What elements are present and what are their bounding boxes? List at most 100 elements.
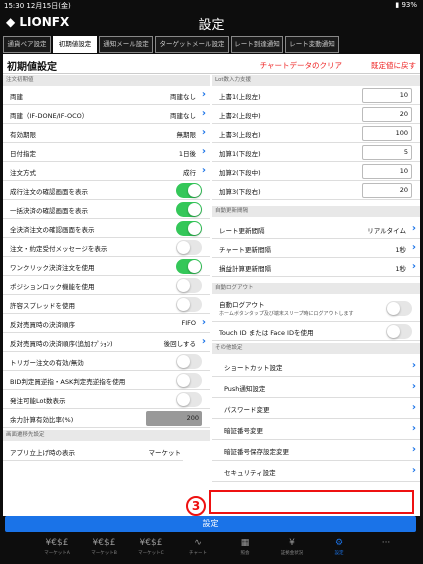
setting-label: アプリ立上げ時の表示 <box>10 449 75 457</box>
startup-screen-row[interactable]: アプリ立上げ時の表示 マーケット <box>3 442 183 461</box>
toggle-switch[interactable] <box>176 373 202 388</box>
chevron-right-icon: › <box>411 242 416 253</box>
update-interval-row[interactable]: チャート更新間隔 1秒 › <box>212 239 420 258</box>
tab-initial-values[interactable]: 初期値設定 <box>53 36 97 53</box>
reset-defaults-link[interactable]: 既定値に戻す <box>371 60 416 71</box>
order-setting-row[interactable]: 余力計算有効比率(%) 200 <box>3 409 210 428</box>
lot-input[interactable]: 100 <box>362 126 412 141</box>
order-setting-row[interactable]: 一括決済の確認画面を表示 <box>3 200 210 219</box>
panel-heading: 初期値設定 <box>7 62 57 73</box>
tab-notification-mail[interactable]: 通知メール設定 <box>99 36 153 53</box>
order-setting-row[interactable]: 全決済注文の確認画面を表示 <box>3 219 210 238</box>
chevron-right-icon: › <box>201 146 206 157</box>
section-lot-input: Lot数入力支援 <box>212 75 420 86</box>
order-setting-row[interactable]: 両建 両建なし › <box>3 86 210 105</box>
toggle-switch[interactable] <box>176 297 202 312</box>
tab-rate-change[interactable]: レート変動通知 <box>285 36 339 53</box>
other-setting-row[interactable]: セキュリティ設定 › <box>212 461 420 482</box>
setting-value: 1秒 <box>395 246 406 254</box>
order-setting-row[interactable]: 有効期限 無期限 › <box>3 124 210 143</box>
toggle-switch[interactable] <box>176 221 202 236</box>
settings-button[interactable]: 設定 <box>5 516 416 532</box>
nav-item[interactable]: ¥€$£ マーケットA <box>36 538 78 556</box>
tab-currency-pair[interactable]: 通貨ペア設定 <box>3 36 51 53</box>
nav-item[interactable]: ··· <box>365 538 407 550</box>
setting-label: 暗証番号変更 <box>224 427 263 435</box>
order-setting-row[interactable]: 成行注文の確認画面を表示 <box>3 181 210 200</box>
nav-item[interactable]: ▦ 照会 <box>224 538 266 556</box>
clear-chart-data-link[interactable]: チャートデータのクリア <box>260 60 342 71</box>
other-setting-row[interactable]: パスワード変更 › <box>212 398 420 419</box>
lot-setting-row: 加算3(下段右) 20 <box>212 181 420 200</box>
order-setting-row[interactable]: 反対売買時の決済順序(追加ｵﾌﾟｼｮﾝ) 後回しする › <box>3 333 210 352</box>
order-setting-row[interactable]: 日付指定 1日後 › <box>3 143 210 162</box>
nav-icon: ¥€$£ <box>92 538 116 548</box>
setting-value: マーケット <box>148 449 182 457</box>
order-setting-row[interactable]: 注文・約定受付メッセージを表示 <box>3 238 210 257</box>
chevron-right-icon: › <box>411 423 416 434</box>
order-setting-row[interactable]: 許容スプレッドを使用 <box>3 295 210 314</box>
section-order-defaults: 注文初期値 <box>3 75 210 86</box>
status-time: 15:30 12月15日(金) <box>4 2 71 10</box>
lot-input[interactable]: 10 <box>362 88 412 103</box>
setting-label: BID判定買逆指・ASK判定売逆指を使用 <box>10 378 126 386</box>
order-setting-row[interactable]: ポジションロック機能を使用 <box>3 276 210 295</box>
toggle-switch[interactable] <box>386 301 412 316</box>
nav-label: マーケットB <box>91 551 117 556</box>
setting-value: 成行 <box>183 169 196 177</box>
setting-label: ポジションロック機能を使用 <box>10 283 95 291</box>
chevron-right-icon: › <box>201 317 206 328</box>
chevron-right-icon: › <box>201 108 206 119</box>
lot-input[interactable]: 10 <box>362 164 412 179</box>
order-setting-row[interactable]: ワンクリック決済注文を使用 <box>3 257 210 276</box>
order-setting-row[interactable]: 注文方式 成行 › <box>3 162 210 181</box>
setting-label: 両建（IF-DONE/IF-OCO） <box>10 112 89 120</box>
setting-value: FIFO <box>181 319 196 327</box>
order-setting-row[interactable]: 両建（IF-DONE/IF-OCO） 両建なし › <box>3 105 210 124</box>
order-setting-row[interactable]: 反対売買時の決済順序 FIFO › <box>3 314 210 333</box>
lot-input[interactable]: 5 <box>362 145 412 160</box>
nav-label: マーケットA <box>44 551 70 556</box>
tab-target-mail[interactable]: ターゲットメール設定 <box>155 36 229 53</box>
order-setting-row[interactable]: 発注可能Lot数表示 <box>3 390 210 409</box>
other-setting-row[interactable]: 暗証番号変更 › <box>212 419 420 440</box>
setting-label: 有効期限 <box>10 131 36 139</box>
nav-item[interactable]: ¥ 証拠金状況 <box>271 538 313 556</box>
setting-label: 注文方式 <box>10 169 36 177</box>
nav-icon: ▦ <box>240 538 250 548</box>
toggle-switch[interactable] <box>176 259 202 274</box>
nav-item[interactable]: ¥€$£ マーケットB <box>83 538 125 556</box>
setting-label: 加算1(下段左) <box>219 150 261 158</box>
section-auto-update: 自動更新間隔 <box>212 206 420 217</box>
toggle-switch[interactable] <box>176 202 202 217</box>
toggle-switch[interactable] <box>176 354 202 369</box>
update-interval-row[interactable]: 損益計算更新間隔 1秒 › <box>212 258 420 277</box>
lot-input[interactable]: 20 <box>362 183 412 198</box>
other-setting-row[interactable]: 暗証番号保存設定変更 › <box>212 440 420 461</box>
toggle-switch[interactable] <box>176 278 202 293</box>
lot-setting-row: 加算1(下段左) 5 <box>212 143 420 162</box>
nav-item[interactable]: ∿ チャート <box>177 538 219 556</box>
page-title: 設定 <box>198 18 225 33</box>
other-setting-row[interactable]: Push通知設定 › <box>212 377 420 398</box>
chevron-right-icon: › <box>201 127 206 138</box>
top-bar: ◆ LIONFX 設定 <box>0 12 423 34</box>
setting-value: 無期限 <box>176 131 197 139</box>
nav-item[interactable]: ¥€$£ マーケットC <box>130 538 172 556</box>
margin-ratio-field[interactable]: 200 <box>146 411 202 426</box>
toggle-switch[interactable] <box>176 240 202 255</box>
order-setting-row[interactable]: トリガー注文の有効/無効 <box>3 352 210 371</box>
auto-logout-row: 自動ログアウト ホームボタンタップ及び端末スリープ時にログアウトします <box>212 296 420 322</box>
nav-icon: ∿ <box>194 538 202 548</box>
lot-input[interactable]: 20 <box>362 107 412 122</box>
toggle-switch[interactable] <box>386 324 412 339</box>
other-setting-row[interactable]: ショートカット設定 › <box>212 356 420 377</box>
toggle-switch[interactable] <box>176 183 202 198</box>
step-number-badge: 3 <box>186 496 206 516</box>
toggle-switch[interactable] <box>176 392 202 407</box>
nav-item[interactable]: ⚙ 設定 <box>318 538 360 556</box>
update-interval-row[interactable]: レート更新間隔 リアルタイム › <box>212 220 420 239</box>
tab-rate-reach[interactable]: レート到達通知 <box>231 36 283 53</box>
section-other: その他設定 <box>212 343 420 354</box>
order-setting-row[interactable]: BID判定買逆指・ASK判定売逆指を使用 <box>3 371 210 390</box>
